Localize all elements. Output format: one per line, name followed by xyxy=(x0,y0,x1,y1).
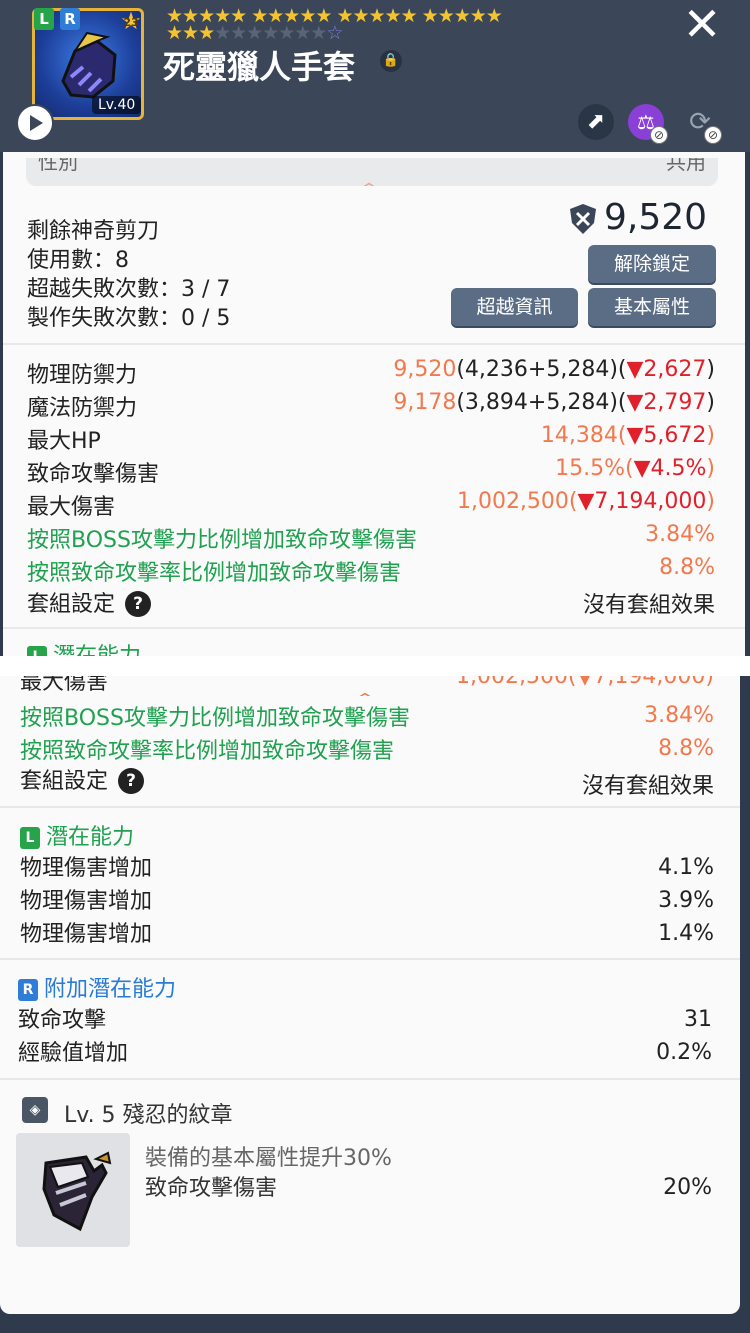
screenshot-gap xyxy=(0,656,750,676)
boss-crit-bonus-label: 按照BOSS攻擊力比例增加致命攻擊傷害 xyxy=(20,706,410,731)
item-level: Lv.40 xyxy=(92,96,142,114)
additional-line-value: 31 xyxy=(684,1007,712,1032)
stat-value: 9,520(4,236+5,284)(▼2,627) xyxy=(393,357,715,382)
boss-crit-bonus-value: 3.84% xyxy=(644,703,714,728)
potential-line-value: 1.4% xyxy=(658,921,714,946)
exceed-info-button[interactable]: 超越資訊 xyxy=(451,288,578,326)
boss-crit-bonus-label: 按照BOSS攻擊力比例增加致命攻擊傷害 xyxy=(27,528,417,553)
legendary-chip: L xyxy=(27,646,47,656)
rare-badge: R xyxy=(60,8,80,30)
potential-line-label: 物理傷害增加 xyxy=(20,889,153,914)
divider xyxy=(0,806,740,808)
emblem-title: Lv. 5 殘忍的紋章 xyxy=(64,1103,233,1128)
star-force-icon: ★ 23 xyxy=(118,8,144,34)
boss-crit-bonus-value: 3.84% xyxy=(645,522,715,547)
crit-rate-bonus-label: 按照致命攻擊率比例增加致命攻擊傷害 xyxy=(20,739,395,764)
combat-power: 9,520 xyxy=(604,197,708,238)
cut-row: 性別 共用 ︿ xyxy=(26,158,718,186)
crit-rate-bonus-value: 8.8% xyxy=(659,555,715,580)
disabled-icon: ⊘ xyxy=(704,126,722,144)
additional-line-value: 0.2% xyxy=(656,1040,712,1065)
divider xyxy=(0,958,740,960)
stat-value: 15.5%(▼4.5%) xyxy=(555,456,715,481)
scroll-up-icon[interactable]: ︿ xyxy=(358,164,380,186)
play-icon[interactable] xyxy=(16,104,54,142)
usage-count: 使用數：8 xyxy=(27,248,129,273)
star-force-level: 23 xyxy=(123,16,139,29)
divider xyxy=(3,627,745,629)
emblem-description: 裝備的基本屬性提升30% xyxy=(145,1146,392,1171)
unlock-button[interactable]: 解除鎖定 xyxy=(588,245,716,283)
shield-icon xyxy=(568,203,598,235)
help-icon[interactable]: ? xyxy=(118,768,145,794)
stat-label: 物理防禦力 xyxy=(27,363,138,388)
additional-line-label: 經驗值增加 xyxy=(18,1041,129,1066)
set-effect-value: 沒有套組效果 xyxy=(582,593,715,618)
emblem-stat-value: 20% xyxy=(663,1175,712,1200)
help-icon[interactable]: ? xyxy=(125,591,152,617)
emblem-stat-label: 致命攻擊傷害 xyxy=(145,1176,278,1201)
compare-scale-icon[interactable]: ⚖ ⊘ xyxy=(628,104,668,144)
stat-value: 14,384(▼5,672) xyxy=(540,423,715,448)
exceed-fail-count: 超越失敗次數：3 / 7 xyxy=(27,277,231,302)
additional-line-label: 致命攻擊 xyxy=(18,1008,107,1033)
potential-header: L 潛在能力 xyxy=(20,819,134,851)
emblem-diamond-icon: ◈ xyxy=(22,1097,48,1123)
scroll-up-icon[interactable]: ︿ xyxy=(354,676,376,696)
stat-value: 9,178(3,894+5,284)(▼2,797) xyxy=(393,390,715,415)
craft-fail-count: 製作失敗次數：0 / 5 xyxy=(27,306,231,331)
stat-label: 魔法防禦力 xyxy=(27,396,138,421)
emblem-image[interactable] xyxy=(16,1133,130,1247)
potential-cut-header: L潛在能力 xyxy=(27,638,141,656)
star-row-2: ★★★★★★★★★★☆ xyxy=(166,22,343,44)
rare-chip: R xyxy=(18,979,38,1001)
potential-line-label: 物理傷害增加 xyxy=(20,922,153,947)
set-setting: 套組設定? xyxy=(20,763,145,795)
set-effect-value: 沒有套組效果 xyxy=(581,774,714,799)
crit-rate-bonus-value: 8.8% xyxy=(658,736,714,761)
stat-value: 1,002,500(▼7,194,000) xyxy=(456,489,715,514)
divider xyxy=(0,1078,740,1080)
potential-line-value: 4.1% xyxy=(658,855,714,880)
lock-icon: 🔒 xyxy=(380,50,402,72)
divider xyxy=(3,343,745,345)
disabled-icon: ⊘ xyxy=(650,126,668,144)
crit-rate-bonus-label: 按照致命攻擊率比例增加致命攻擊傷害 xyxy=(27,561,402,586)
remaining-scissors-label: 剩餘神奇剪刀 xyxy=(27,219,160,244)
background xyxy=(740,676,750,1333)
stat-label: 最大傷害 xyxy=(27,495,116,520)
item-name: 死靈獵人手套 xyxy=(163,48,356,86)
potential-line-label: 物理傷害增加 xyxy=(20,856,153,881)
set-setting: 套組設定? xyxy=(27,586,152,618)
refresh-icon[interactable]: ⟳ ⊘ xyxy=(682,104,722,144)
legendary-badge: L xyxy=(34,8,54,30)
stat-label: 最大HP xyxy=(27,429,101,454)
close-icon[interactable]: ✕ xyxy=(680,1,724,47)
legendary-chip: L xyxy=(20,827,40,849)
cut-row: 最大傷害 1,002,500(▼7,194,000) ︿ xyxy=(20,676,714,696)
additional-potential-header: R 附加潛在能力 xyxy=(18,971,176,1003)
potential-line-value: 3.9% xyxy=(658,888,714,913)
stat-label: 致命攻擊傷害 xyxy=(27,462,160,487)
share-icon[interactable]: ⬈ xyxy=(578,104,614,140)
base-attribute-button[interactable]: 基本屬性 xyxy=(588,288,716,326)
